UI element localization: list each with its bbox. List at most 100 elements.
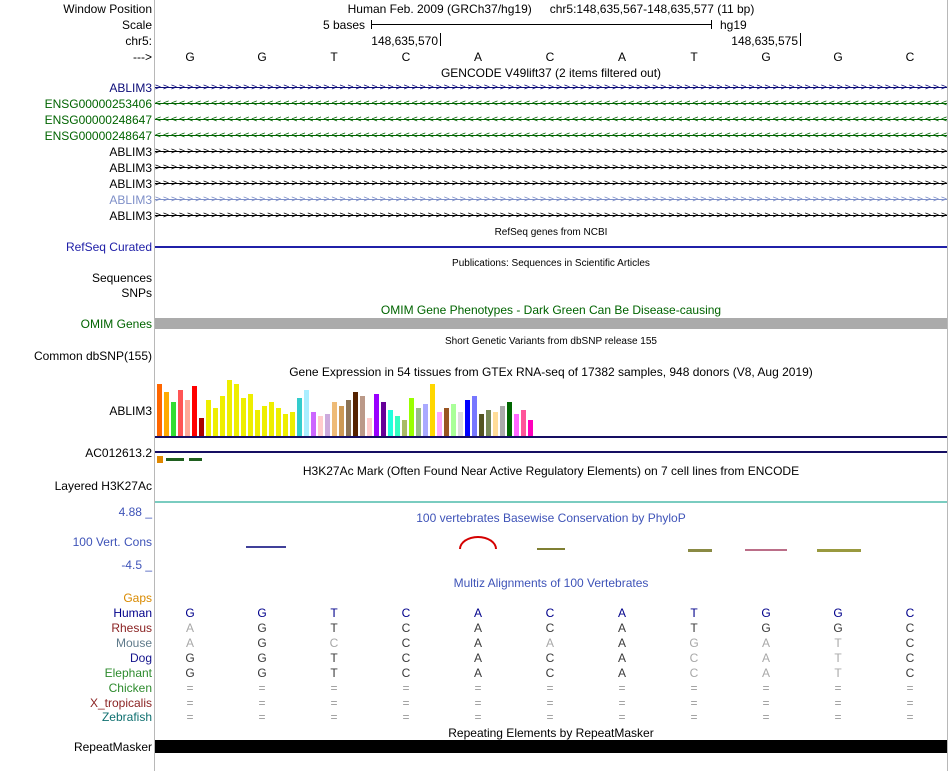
gtex-bar[interactable] bbox=[241, 398, 246, 436]
gtex-bar[interactable] bbox=[248, 394, 253, 436]
gene-row-5[interactable]: >>>>>>>>>>>>>>>>>>>>>>>>>>>>>>>>>>>>>>>>… bbox=[155, 146, 947, 158]
gtex-bar[interactable] bbox=[479, 414, 484, 436]
gene-label-2[interactable]: ENSG00000253406 bbox=[45, 98, 152, 110]
track-label-ac012613[interactable]: AC012613.2 bbox=[85, 447, 152, 459]
gene-row-7[interactable]: >>>>>>>>>>>>>>>>>>>>>>>>>>>>>>>>>>>>>>>>… bbox=[155, 178, 947, 190]
gtex-bar[interactable] bbox=[500, 406, 505, 436]
gtex-bar[interactable] bbox=[164, 392, 169, 436]
gtex-bar[interactable] bbox=[318, 416, 323, 436]
repeatmasker-track-header[interactable]: Repeating Elements by RepeatMasker bbox=[155, 727, 947, 739]
gtex-bar[interactable] bbox=[381, 402, 386, 436]
gene-row-1[interactable]: >>>>>>>>>>>>>>>>>>>>>>>>>>>>>>>>>>>>>>>>… bbox=[155, 82, 947, 94]
gtex-bar[interactable] bbox=[290, 412, 295, 436]
species-label-elephant[interactable]: Elephant bbox=[105, 667, 152, 679]
gtex-track-header[interactable]: Gene Expression in 54 tissues from GTEx … bbox=[155, 366, 947, 378]
species-label-dog[interactable]: Dog bbox=[130, 652, 152, 664]
publications-track-header[interactable]: Publications: Sequences in Scientific Ar… bbox=[155, 258, 947, 270]
gtex-bar[interactable] bbox=[367, 418, 372, 436]
gene-label-3[interactable]: ENSG00000248647 bbox=[45, 114, 152, 126]
gtex-bar[interactable] bbox=[192, 386, 197, 436]
gtex-bar[interactable] bbox=[451, 404, 456, 436]
gtex-bar[interactable] bbox=[388, 410, 393, 436]
gtex-bar[interactable] bbox=[528, 420, 533, 436]
gtex-bar[interactable] bbox=[353, 392, 358, 436]
gtex-bar[interactable] bbox=[416, 408, 421, 436]
gtex-bar[interactable] bbox=[374, 394, 379, 436]
gtex-bar[interactable] bbox=[409, 398, 414, 436]
repeatmasker-bar[interactable] bbox=[155, 740, 947, 753]
gtex-bar[interactable] bbox=[493, 412, 498, 436]
gtex-bar[interactable] bbox=[395, 416, 400, 436]
species-label-x-tropicalis[interactable]: X_tropicalis bbox=[90, 697, 152, 709]
gtex-bar[interactable] bbox=[325, 414, 330, 436]
species-label-zebrafish[interactable]: Zebrafish bbox=[102, 711, 152, 723]
gtex-bar[interactable] bbox=[402, 420, 407, 436]
track-label-gaps[interactable]: Gaps bbox=[123, 592, 152, 604]
gtex-bar[interactable] bbox=[360, 396, 365, 436]
gtex-bar[interactable] bbox=[507, 402, 512, 436]
gtex-bar[interactable] bbox=[430, 384, 435, 436]
species-label-rhesus[interactable]: Rhesus bbox=[111, 622, 152, 634]
gene-row-4[interactable]: <<<<<<<<<<<<<<<<<<<<<<<<<<<<<<<<<<<<<<<<… bbox=[155, 130, 947, 142]
gene-row-2[interactable]: <<<<<<<<<<<<<<<<<<<<<<<<<<<<<<<<<<<<<<<<… bbox=[155, 98, 947, 110]
gtex-bar[interactable] bbox=[423, 404, 428, 436]
track-label-common-dbsnp155[interactable]: Common dbSNP(155) bbox=[34, 350, 152, 362]
gtex-bar[interactable] bbox=[297, 398, 302, 436]
h3k27ac-signal-line[interactable] bbox=[155, 501, 947, 503]
track-label-gtex-ablim3[interactable]: ABLIM3 bbox=[109, 405, 152, 417]
ac012613-line[interactable] bbox=[155, 451, 947, 453]
species-label-mouse[interactable]: Mouse bbox=[116, 637, 152, 649]
gene-label-1[interactable]: ABLIM3 bbox=[109, 82, 152, 94]
gene-label-4[interactable]: ENSG00000248647 bbox=[45, 130, 152, 142]
gtex-bar[interactable] bbox=[514, 414, 519, 436]
gtex-bar[interactable] bbox=[311, 412, 316, 436]
omim-genes-bar[interactable] bbox=[155, 318, 947, 329]
gtex-bar[interactable] bbox=[458, 412, 463, 436]
gene-row-3[interactable]: <<<<<<<<<<<<<<<<<<<<<<<<<<<<<<<<<<<<<<<<… bbox=[155, 114, 947, 126]
gtex-bar[interactable] bbox=[220, 396, 225, 436]
track-label-snps[interactable]: SNPs bbox=[121, 287, 152, 299]
track-label-omim-genes[interactable]: OMIM Genes bbox=[81, 318, 152, 330]
gtex-bar[interactable] bbox=[521, 410, 526, 436]
gene-label-9[interactable]: ABLIM3 bbox=[109, 210, 152, 222]
gencode-track-header[interactable]: GENCODE V49lift37 (2 items filtered out) bbox=[155, 67, 947, 79]
track-label-repeatmasker[interactable]: RepeatMasker bbox=[74, 741, 152, 753]
gtex-bar[interactable] bbox=[465, 400, 470, 436]
species-label-human[interactable]: Human bbox=[113, 607, 152, 619]
gtex-bar[interactable] bbox=[206, 400, 211, 436]
track-label-100-vert-cons[interactable]: 100 Vert. Cons bbox=[73, 536, 152, 548]
gene-row-6[interactable]: >>>>>>>>>>>>>>>>>>>>>>>>>>>>>>>>>>>>>>>>… bbox=[155, 162, 947, 174]
gtex-bar[interactable] bbox=[339, 406, 344, 436]
phylop-track-header[interactable]: 100 vertebrates Basewise Conservation by… bbox=[155, 512, 947, 524]
gene-row-8[interactable]: >>>>>>>>>>>>>>>>>>>>>>>>>>>>>>>>>>>>>>>>… bbox=[155, 194, 947, 206]
h3k27ac-track-header[interactable]: H3K27Ac Mark (Often Found Near Active Re… bbox=[155, 465, 947, 477]
gene-label-7[interactable]: ABLIM3 bbox=[109, 178, 152, 190]
gene-label-6[interactable]: ABLIM3 bbox=[109, 162, 152, 174]
gtex-bar[interactable] bbox=[262, 406, 267, 436]
omim-track-header[interactable]: OMIM Gene Phenotypes - Dark Green Can Be… bbox=[155, 304, 947, 316]
refseq-curated-line[interactable] bbox=[155, 246, 947, 248]
track-label-h3k27ac[interactable]: Layered H3K27Ac bbox=[55, 480, 152, 492]
dbsnp-track-header[interactable]: Short Genetic Variants from dbSNP releas… bbox=[155, 336, 947, 348]
gtex-bar[interactable] bbox=[269, 402, 274, 436]
gtex-bar[interactable] bbox=[199, 418, 204, 436]
gtex-bar[interactable] bbox=[227, 380, 232, 436]
species-label-chicken[interactable]: Chicken bbox=[109, 682, 152, 694]
gtex-bar[interactable] bbox=[171, 402, 176, 436]
track-label-refseq-curated[interactable]: RefSeq Curated bbox=[66, 241, 152, 253]
gene-label-5[interactable]: ABLIM3 bbox=[109, 146, 152, 158]
gtex-bar[interactable] bbox=[213, 408, 218, 436]
gtex-bar[interactable] bbox=[332, 402, 337, 436]
gtex-bar[interactable] bbox=[234, 384, 239, 436]
gtex-bar[interactable] bbox=[157, 384, 162, 436]
gtex-bar[interactable] bbox=[346, 400, 351, 436]
gtex-bar[interactable] bbox=[276, 408, 281, 436]
gtex-bar[interactable] bbox=[444, 408, 449, 436]
gtex-bar[interactable] bbox=[185, 400, 190, 436]
gtex-bar[interactable] bbox=[486, 410, 491, 436]
gtex-bar[interactable] bbox=[178, 390, 183, 436]
gtex-bar[interactable] bbox=[255, 410, 260, 436]
gtex-gene-baseline[interactable] bbox=[155, 436, 947, 438]
gtex-bar[interactable] bbox=[304, 390, 309, 436]
track-label-sequences[interactable]: Sequences bbox=[92, 272, 152, 284]
